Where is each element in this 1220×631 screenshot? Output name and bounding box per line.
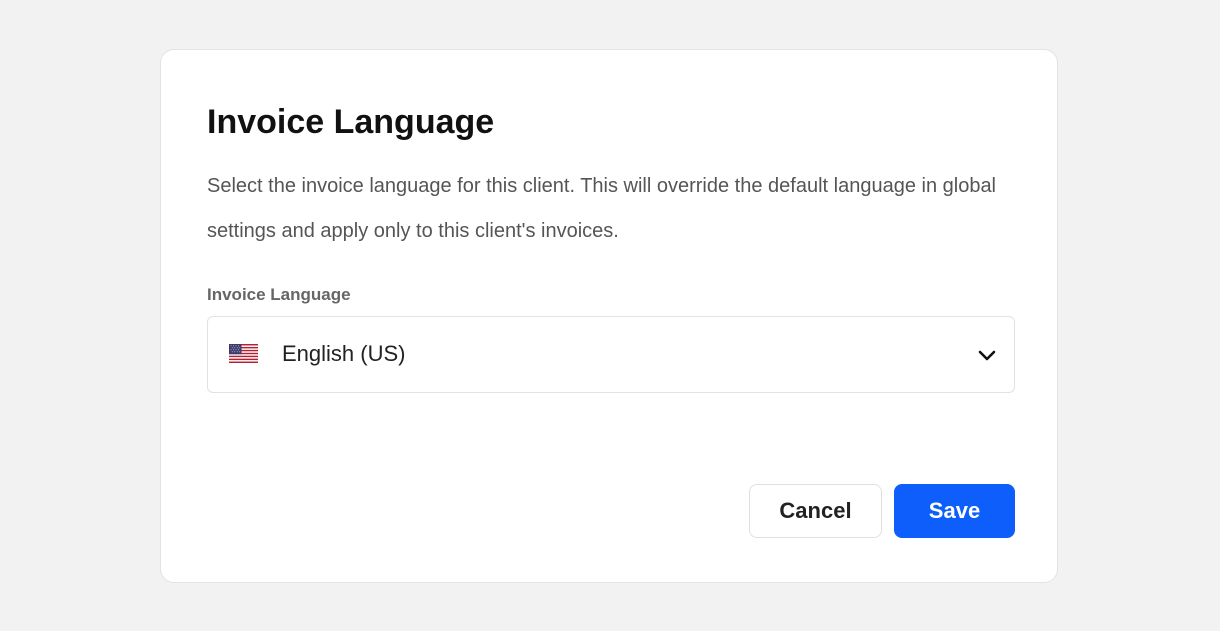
cancel-button[interactable]: Cancel	[749, 484, 882, 538]
invoice-language-dialog: Invoice Language Select the invoice lang…	[160, 49, 1058, 583]
dialog-description: Select the invoice language for this cli…	[207, 175, 997, 242]
invoice-language-select[interactable]: English (US)	[207, 316, 1015, 393]
invoice-language-label: Invoice Language	[207, 285, 351, 304]
selected-language: English (US)	[282, 341, 406, 366]
dialog-title: Invoice Language	[207, 103, 495, 141]
chevron-down-icon	[978, 350, 996, 361]
save-button[interactable]: Save	[894, 484, 1015, 538]
us-flag-icon	[229, 344, 258, 363]
